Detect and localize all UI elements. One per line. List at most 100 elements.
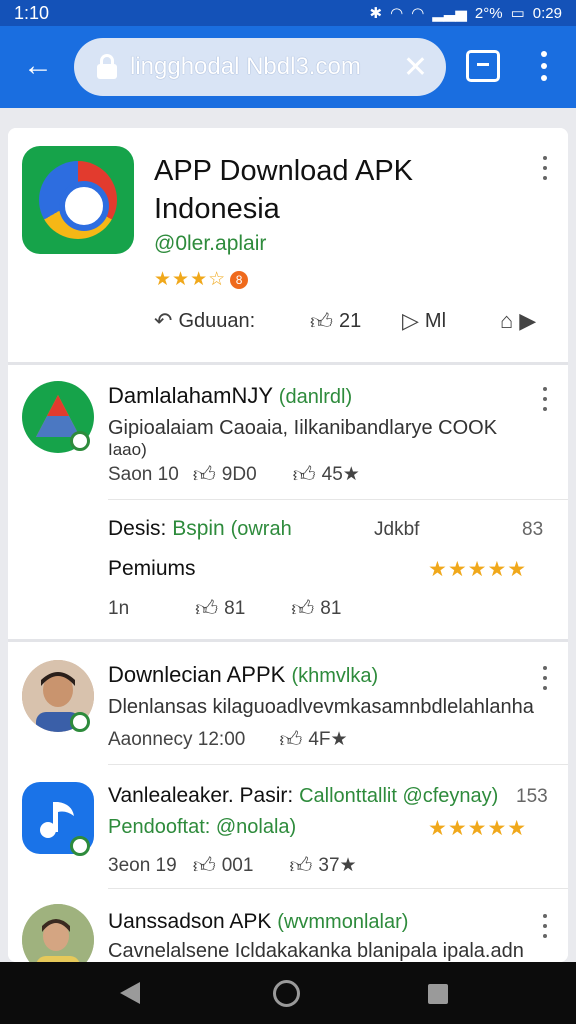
thumbs-up-icon[interactable]: 👍︎ <box>193 852 216 879</box>
status-clock: 0:29 <box>532 4 562 22</box>
item-premium[interactable]: Pemiums <box>108 557 196 581</box>
meta-likes: 81 <box>224 597 246 619</box>
like-count: 21 <box>339 309 362 332</box>
meta-size: Aaonnecy 12:00 <box>108 728 246 750</box>
thumbs-up-icon[interactable]: 👍︎ <box>279 726 302 753</box>
like-action[interactable]: 👍︎ 21 <box>310 308 361 335</box>
bookmark-icon: ⌂ <box>500 308 514 333</box>
item-description: Gipioalaiam Caoaia, Iilkanibandlarye COO… <box>108 417 548 461</box>
nav-recents-icon[interactable] <box>428 984 448 1004</box>
title-tag: (khmvlka) <box>291 665 379 687</box>
app-icon[interactable] <box>22 146 134 254</box>
title-tag: (danlrdl) <box>278 386 353 408</box>
title-text: Downlecian APPK <box>108 662 286 687</box>
item-number: 83 <box>522 519 544 540</box>
meta-count: 37★ <box>318 855 357 876</box>
verified-icon <box>70 712 90 732</box>
title-text: Vanlealeaker. Pasir: <box>108 784 294 807</box>
meta-count: 45★ <box>321 464 360 485</box>
more-options-icon[interactable] <box>538 387 552 411</box>
meta-size: Saon 10 <box>108 463 179 485</box>
share-action[interactable]: ▷ Ml <box>402 308 446 334</box>
lock-icon <box>96 54 118 80</box>
status-icons: ✱ ◠ ◠ ▂▃▅ 2°% ▭ 0:29 <box>369 4 562 23</box>
item-title[interactable]: Uanssadson APK (wvmmonlalar) <box>108 910 408 934</box>
page-content: APP Download APK Indonesia @0ler.aplair … <box>8 128 568 962</box>
thumbs-up-icon[interactable]: 👍︎ <box>289 852 312 879</box>
row-divider <box>108 499 568 500</box>
item-meta: 3eon 19 👍︎ 001 👍︎ 37★ <box>108 852 357 879</box>
rating-stars: ★★★☆ <box>154 269 227 290</box>
verified-icon <box>70 836 90 856</box>
battery-text: 2°% <box>474 4 503 22</box>
status-bar: 1:10 ✱ ◠ ◠ ▂▃▅ 2°% ▭ 0:29 <box>0 0 576 26</box>
meta-likes: 001 <box>221 854 254 876</box>
item-meta: Saon 10 👍︎ 9D0 👍︎ 45★ <box>108 461 360 488</box>
download-label: Gduuan: <box>178 309 256 332</box>
main-app-card[interactable]: APP Download APK Indonesia @0ler.aplair … <box>8 128 568 362</box>
system-nav-bar <box>0 962 576 1024</box>
thumbs-up-icon[interactable]: 👍︎ <box>293 461 316 488</box>
item-number: 153 <box>516 786 548 807</box>
download-icon: ↶ <box>154 308 173 333</box>
wifi-secondary-icon: ◠ <box>411 5 425 22</box>
item-meta: 1n 👍︎ 81 👍︎ 81 <box>108 595 428 622</box>
share-icon: ▷ <box>402 308 419 333</box>
desc-line-1: Gipioalaiam Caoaia, Iilkanibandlarye COO… <box>108 417 498 439</box>
meta-likes: 9D0 <box>221 463 257 485</box>
thumbs-up-icon[interactable]: 👍︎ <box>195 595 218 622</box>
thumbs-up-icon: 👍︎ <box>310 308 333 334</box>
list-section-2: Downlecian APPK (khmvlka) Dlenlansas kil… <box>8 642 568 962</box>
item-description: Cavnelalsene Icldakakanka blanipala ipal… <box>108 940 524 962</box>
item-description: Dlenlansas kilaguoadlvevmkasamnbdlelahla… <box>108 696 534 718</box>
title-green: Callonttallit @cfeynay) <box>299 785 499 807</box>
item-extra: Jdkbf <box>374 519 420 540</box>
nav-back-icon[interactable] <box>120 982 140 1004</box>
item-tag: (owrah <box>230 518 292 540</box>
meta-count: 4F★ <box>308 729 348 750</box>
title-tag: (wvmmonlalar) <box>277 911 409 933</box>
item-title[interactable]: Downlecian APPK (khmvlka) <box>108 662 378 688</box>
back-arrow-icon[interactable]: ← <box>18 46 58 86</box>
thumbs-up-icon[interactable]: 👍︎ <box>291 595 314 622</box>
close-icon[interactable]: ✕ <box>403 50 428 85</box>
browser-toolbar: ← lingghodal Nbdl3.com ✕ <box>0 26 576 108</box>
download-action[interactable]: ↶ Gduuan: <box>154 308 255 334</box>
row-divider <box>108 764 568 765</box>
more-options-icon[interactable] <box>538 156 552 180</box>
chat-icon[interactable] <box>466 50 500 82</box>
more-action[interactable]: ⌂ ▶ <box>500 308 536 334</box>
item-badge: Bspin <box>172 517 225 540</box>
title-text: DamlalahamNJY <box>108 383 273 408</box>
list-section-1: DamlalahamNJY (danlrdl) Gipioalaiam Caoa… <box>8 365 568 639</box>
item-subtitle[interactable]: Pendooftat: @nolala) <box>108 816 296 839</box>
action-row: ↶ Gduuan: 👍︎ 21 ▷ Ml ⌂ ▶ <box>154 304 554 338</box>
nav-home-icon[interactable] <box>273 980 300 1007</box>
rating-stars: ★★★★★ <box>428 817 528 840</box>
meta-size: 1n <box>108 597 130 619</box>
overflow-menu-icon[interactable] <box>534 48 554 84</box>
app-rating: ★★★☆ 8 <box>154 268 249 291</box>
app-developer[interactable]: @0ler.aplair <box>154 232 266 256</box>
thumbs-up-icon[interactable]: 👍︎ <box>193 461 216 488</box>
play-icon: ▶ <box>519 308 537 333</box>
verified-icon <box>70 431 90 451</box>
status-time: 1:10 <box>14 2 50 23</box>
more-options-icon[interactable] <box>538 914 552 938</box>
item-title[interactable]: DamlalahamNJY (danlrdl) <box>108 383 352 409</box>
url-bar[interactable]: lingghodal Nbdl3.com ✕ <box>74 38 446 96</box>
title-text: Uanssadson APK <box>108 910 272 933</box>
url-text[interactable]: lingghodal Nbdl3.com <box>130 53 393 81</box>
more-options-icon[interactable] <box>538 666 552 690</box>
battery-icon: ▭ <box>510 5 525 22</box>
item-header-row[interactable]: Desis: Bspin (owrah <box>108 517 292 541</box>
desc-line-2: Iaao) <box>108 440 147 459</box>
meta-size: 3eon 19 <box>108 854 177 876</box>
avatar[interactable] <box>22 904 94 962</box>
rating-badge: 8 <box>230 270 249 289</box>
app-title[interactable]: APP Download APK Indonesia <box>154 152 494 228</box>
item-title[interactable]: Vanlealeaker. Pasir: Callonttallit @cfey… <box>108 784 498 808</box>
bluetooth-icon: ✱ <box>369 5 383 22</box>
item-label: Desis: <box>108 517 167 540</box>
meta-likes-2: 81 <box>320 597 342 619</box>
